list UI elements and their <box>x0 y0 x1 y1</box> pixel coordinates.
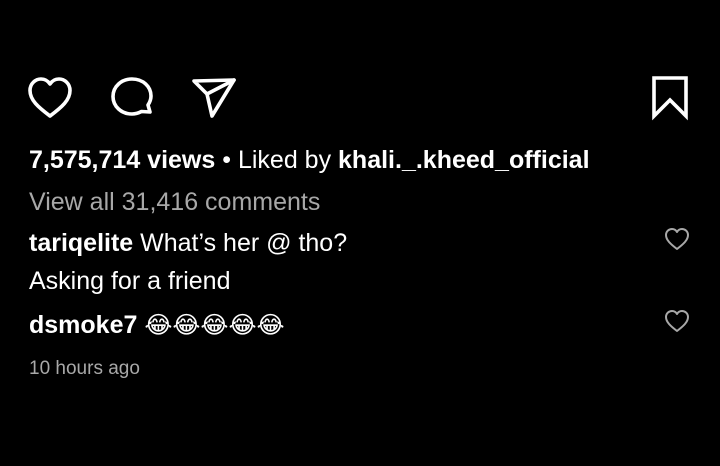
comment-username[interactable]: dsmoke7 <box>29 311 137 339</box>
liked-by-username[interactable]: khali._.kheed_official <box>338 146 590 174</box>
separator-dot: • <box>222 146 231 174</box>
comment-text: What’s her @ tho? <box>140 229 348 257</box>
view-all-comments-link[interactable]: View all 31,416 comments <box>29 184 320 220</box>
comment-like-heart-icon[interactable] <box>664 226 690 252</box>
view-count[interactable]: 7,575,714 views <box>29 146 215 174</box>
post-action-bar <box>26 74 694 122</box>
comment-text-continued: Asking for a friend <box>29 267 231 295</box>
paper-plane-icon[interactable] <box>190 74 238 122</box>
comment-like-heart-icon[interactable] <box>664 308 690 334</box>
post-footer: 7,575,714 views • Liked by khali._.kheed… <box>0 0 720 466</box>
comment: tariqelite What’s her @ tho? Asking for … <box>29 224 669 300</box>
comment-username[interactable]: tariqelite <box>29 229 133 257</box>
liked-by-label: Liked by <box>237 146 332 174</box>
post-timestamp: 10 hours ago <box>29 358 140 379</box>
heart-outline-icon[interactable] <box>26 74 74 122</box>
bookmark-icon[interactable] <box>646 74 694 122</box>
comment: dsmoke7 😂😂😂😂😂 <box>29 306 669 345</box>
comment-text: 😂😂😂😂😂 <box>144 312 285 339</box>
views-and-likes: 7,575,714 views • Liked by khali._.kheed… <box>29 142 590 178</box>
speech-bubble-icon[interactable] <box>108 74 156 122</box>
